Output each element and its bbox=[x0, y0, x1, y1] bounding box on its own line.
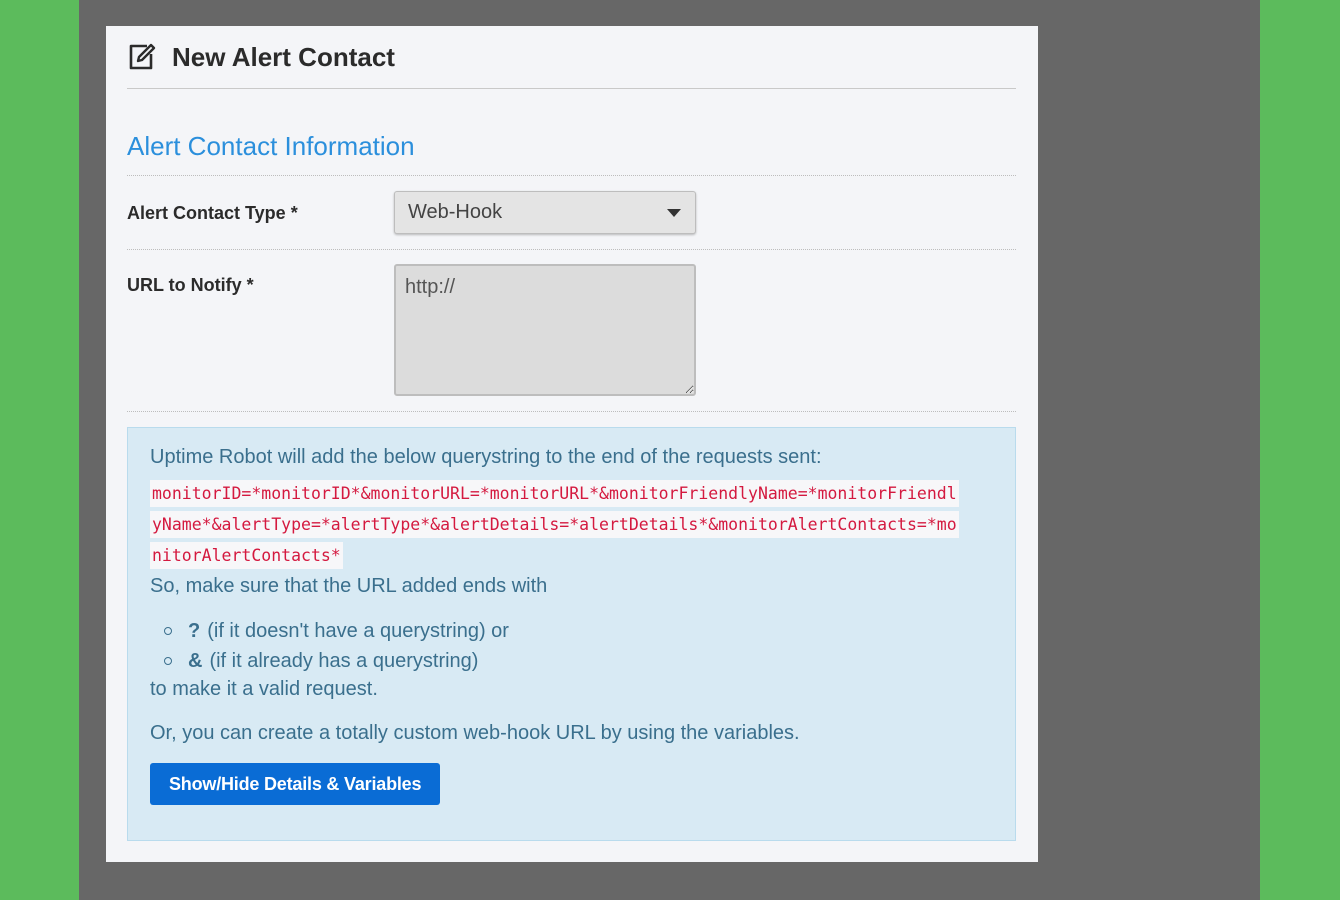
querystring-suffix-list: ? (if it doesn't have a querystring) or … bbox=[150, 616, 993, 676]
caret-down-icon bbox=[667, 208, 681, 217]
alert-contact-type-value: Web-Hook bbox=[408, 201, 503, 223]
modal-title: New Alert Contact bbox=[172, 41, 395, 72]
list-item-text: (if it already has a querystring) bbox=[209, 650, 479, 672]
question-mark-symbol: ? bbox=[188, 620, 201, 642]
url-to-notify-label: URL to Notify * bbox=[127, 275, 254, 295]
new-alert-contact-modal: New Alert Contact Alert Contact Informat… bbox=[106, 26, 1038, 862]
custom-webhook-text: Or, you can create a totally custom web-… bbox=[150, 722, 800, 744]
modal-header: New Alert Contact bbox=[127, 26, 1016, 89]
alert-contact-type-row: Alert Contact Type * Web-Hook bbox=[127, 176, 1016, 250]
bullet-icon bbox=[164, 627, 172, 635]
alert-contact-type-select[interactable]: Web-Hook bbox=[394, 191, 696, 234]
ampersand-symbol: & bbox=[188, 650, 203, 672]
url-input-wrap bbox=[394, 264, 696, 411]
show-hide-details-button[interactable]: Show/Hide Details & Variables bbox=[150, 763, 441, 805]
make-sure-text: So, make sure that the URL added ends wi… bbox=[150, 575, 548, 597]
url-to-notify-row: URL to Notify * bbox=[127, 250, 1016, 412]
querystring-code: monitorID=*monitorID*&monitorURL=*monito… bbox=[150, 478, 960, 571]
section-title: Alert Contact Information bbox=[127, 131, 1016, 176]
bullet-icon bbox=[164, 657, 172, 665]
list-item: & (if it already has a querystring) bbox=[164, 646, 993, 676]
list-item: ? (if it doesn't have a querystring) or bbox=[164, 616, 993, 646]
querystring-text: monitorID=*monitorID*&monitorURL=*monito… bbox=[150, 480, 959, 569]
url-to-notify-input[interactable] bbox=[394, 264, 696, 396]
webhook-info-box: Uptime Robot will add the below querystr… bbox=[127, 427, 1016, 841]
edit-icon bbox=[129, 43, 156, 70]
info-intro-text: Uptime Robot will add the below querystr… bbox=[150, 446, 822, 468]
valid-request-text: to make it a valid request. bbox=[150, 678, 378, 700]
list-item-text: (if it doesn't have a querystring) or bbox=[207, 620, 509, 642]
alert-contact-type-label: Alert Contact Type * bbox=[127, 203, 298, 223]
